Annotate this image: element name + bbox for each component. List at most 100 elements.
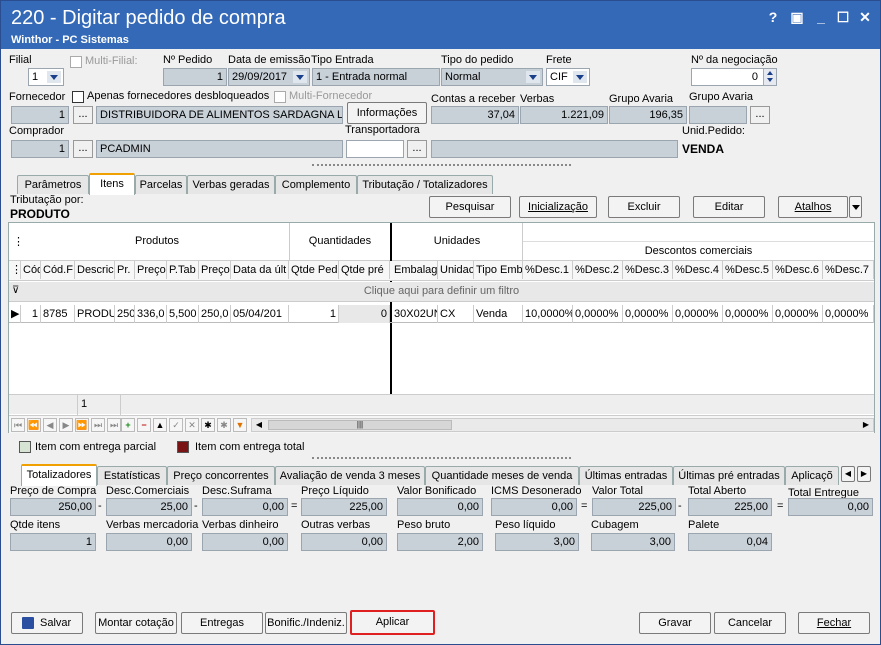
- cell-desc3[interactable]: 0,0000%: [623, 305, 673, 323]
- table-row[interactable]: ▶ 1 8785 PRODU 250 336,0 5,500 250,0 05/…: [9, 305, 874, 323]
- excluir-button[interactable]: Excluir: [608, 196, 680, 218]
- npedido-field[interactable]: 1: [163, 68, 227, 86]
- last-record-icon[interactable]: ⏭: [107, 418, 121, 432]
- transportadora-name-field[interactable]: [431, 140, 678, 158]
- tab-ultimas-entradas[interactable]: Últimas entradas: [579, 466, 673, 485]
- grupo-avaria2-field[interactable]: [689, 106, 747, 124]
- cell-ptab[interactable]: 5,500: [167, 305, 199, 323]
- cell-preco[interactable]: 336,0: [135, 305, 167, 323]
- first-page-icon[interactable]: ⏮: [11, 418, 25, 432]
- cell-desc1[interactable]: 10,0000%: [523, 305, 573, 323]
- col-qtde-pre[interactable]: Qtde pré: [339, 261, 390, 279]
- tab-quantidade-meses[interactable]: Quantidade meses de venda: [425, 466, 579, 485]
- tab-parcelas[interactable]: Parcelas: [135, 175, 187, 194]
- multifornecedor-checkbox[interactable]: [274, 91, 286, 103]
- filter-row[interactable]: ⊽ Clique aqui para definir um filtro: [9, 282, 874, 302]
- scroll-right-icon[interactable]: ▶: [859, 419, 873, 431]
- col-desc1[interactable]: %Desc.1: [523, 261, 573, 279]
- cell-qtde-ped[interactable]: 1: [289, 305, 339, 323]
- data-emissao-field[interactable]: 29/09/2017: [228, 68, 310, 86]
- editar-button[interactable]: Editar: [693, 196, 765, 218]
- tab-tributacao-totalizadores[interactable]: Tributação / Totalizadores: [357, 175, 493, 194]
- comprador-search-button[interactable]: ...: [73, 140, 93, 158]
- tab-ultimas-pre-entradas[interactable]: Últimas pré entradas: [673, 466, 785, 485]
- cell-desc7[interactable]: 0,0000%: [823, 305, 874, 323]
- atalhos-button[interactable]: Atalhos: [778, 196, 848, 218]
- col-desc3[interactable]: %Desc.3: [623, 261, 673, 279]
- filter-record-icon[interactable]: ▼: [233, 418, 247, 432]
- comprador-name-field[interactable]: PCADMIN: [96, 140, 343, 158]
- col-embalagem[interactable]: Embalage: [392, 261, 438, 279]
- cell-cod[interactable]: 1: [21, 305, 41, 323]
- apenas-desbloq-checkbox[interactable]: [72, 91, 84, 103]
- splitter-top[interactable]: [312, 161, 571, 169]
- next-icon[interactable]: ▶: [59, 418, 73, 432]
- cell-tipo-emb[interactable]: Venda: [474, 305, 523, 323]
- last-page-icon[interactable]: ⏭: [91, 418, 105, 432]
- cancel-record-icon[interactable]: ✕: [185, 418, 199, 432]
- pesquisar-button[interactable]: Pesquisar: [429, 196, 511, 218]
- spin-stepper-icon[interactable]: [763, 69, 776, 85]
- horizontal-scrollbar[interactable]: ◀ ||| ▶: [251, 418, 874, 432]
- cell-desc6[interactable]: 0,0000%: [773, 305, 823, 323]
- col-data-ultima[interactable]: Data da últ: [231, 261, 289, 279]
- multifilial-checkbox[interactable]: [70, 56, 82, 68]
- col-desc5[interactable]: %Desc.5: [723, 261, 773, 279]
- col-desc4[interactable]: %Desc.4: [673, 261, 723, 279]
- col-unidade[interactable]: Unidac: [438, 261, 474, 279]
- filial-select[interactable]: 1: [28, 68, 64, 86]
- tabs-scroll-left-icon[interactable]: ◀: [841, 466, 855, 482]
- column-menu-icon[interactable]: ⋮: [9, 261, 21, 279]
- minimize-icon[interactable]: _: [811, 7, 831, 27]
- tabs-scroll-right-icon[interactable]: ▶: [857, 466, 871, 482]
- aplicar-button[interactable]: Aplicar: [350, 610, 435, 635]
- tipo-pedido-select[interactable]: Normal: [441, 68, 543, 86]
- delete-record-icon[interactable]: −: [137, 418, 151, 432]
- gravar-button[interactable]: Gravar: [639, 612, 711, 634]
- col-preco[interactable]: Preço: [135, 261, 167, 279]
- col-ptab[interactable]: P.Tab: [167, 261, 199, 279]
- cell-embalagem[interactable]: 30X02UN: [392, 305, 438, 323]
- help-icon[interactable]: ?: [763, 7, 783, 27]
- prev-icon[interactable]: ◀: [43, 418, 57, 432]
- col-qtde-ped[interactable]: Qtde Ped: [289, 261, 339, 279]
- frete-select[interactable]: CIF: [546, 68, 590, 86]
- tab-verbas-geradas[interactable]: Verbas geradas: [187, 175, 275, 194]
- transportadora-code-field[interactable]: [346, 140, 404, 158]
- bookmark-icon[interactable]: ✱: [201, 418, 215, 432]
- tab-totalizadores[interactable]: Totalizadores: [21, 464, 97, 486]
- tab-complemento[interactable]: Complemento: [275, 175, 357, 194]
- cell-qtde-pre[interactable]: 0: [339, 305, 390, 323]
- spin-down-icon[interactable]: [767, 78, 773, 82]
- goto-bookmark-icon[interactable]: ✱: [217, 418, 231, 432]
- atalhos-dropdown-button[interactable]: [849, 196, 862, 218]
- bonific-indeniz-button[interactable]: Bonific./Indeniz.: [265, 612, 347, 634]
- tipo-entrada-field[interactable]: 1 - Entrada normal: [312, 68, 440, 86]
- cell-codf[interactable]: 8785: [41, 305, 75, 323]
- tab-itens[interactable]: Itens: [89, 173, 135, 195]
- col-cod[interactable]: Cód: [21, 261, 41, 279]
- col-descricao[interactable]: Descric: [75, 261, 115, 279]
- col-codf[interactable]: Cód.F: [41, 261, 75, 279]
- informacoes-button[interactable]: Informações: [347, 102, 427, 124]
- salvar-button[interactable]: Salvar: [11, 612, 83, 634]
- tab-preco-concorrentes[interactable]: Preço concorrentes: [167, 466, 275, 485]
- prev-page-icon[interactable]: ⏪: [27, 418, 41, 432]
- tab-avaliacao-venda[interactable]: Avaliação de venda 3 meses: [275, 466, 425, 485]
- grupo-avaria-search-button[interactable]: ...: [750, 106, 770, 124]
- fornecedor-name-field[interactable]: DISTRIBUIDORA DE ALIMENTOS SARDAGNA LTDA: [96, 106, 343, 124]
- cell-unidade[interactable]: CX: [438, 305, 474, 323]
- scroll-left-icon[interactable]: ◀: [252, 419, 266, 431]
- cancelar-button[interactable]: Cancelar: [714, 612, 786, 634]
- col-desc2[interactable]: %Desc.2: [573, 261, 623, 279]
- maximize-icon[interactable]: ☐: [833, 7, 853, 27]
- fornecedor-search-button[interactable]: ...: [73, 106, 93, 124]
- col-desc6[interactable]: %Desc.6: [773, 261, 823, 279]
- cell-desc2[interactable]: 0,0000%: [573, 305, 623, 323]
- tab-estatisticas[interactable]: Estatísticas: [97, 466, 167, 485]
- col-desc7[interactable]: %Desc.7: [823, 261, 874, 279]
- tab-aplicacoes[interactable]: Aplicaçõ: [785, 466, 839, 485]
- splitter-bottom[interactable]: [312, 454, 571, 462]
- transportadora-search-button[interactable]: ...: [407, 140, 427, 158]
- inicializacao-button[interactable]: Inicialização: [519, 196, 597, 218]
